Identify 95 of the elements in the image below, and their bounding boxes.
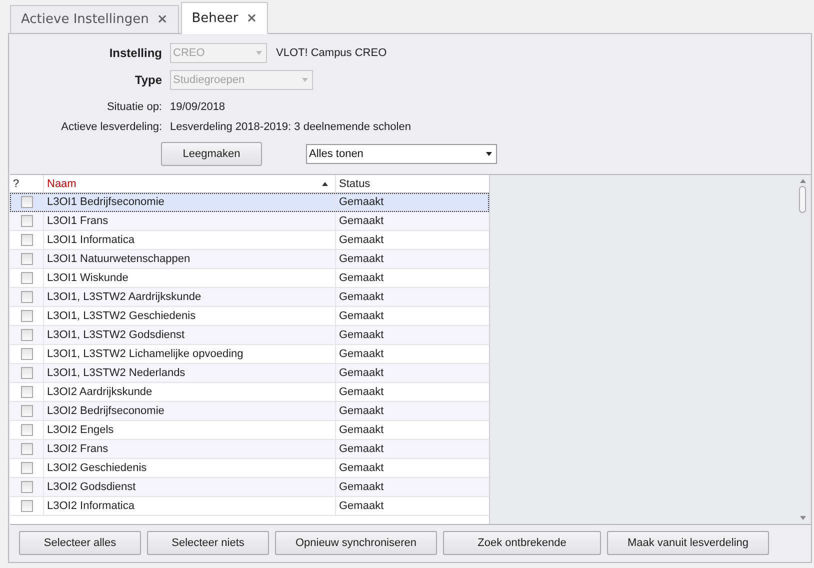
- table-cell: L3OI1, L3STW2 Godsdienst: [44, 326, 336, 344]
- table-cell: L3OI1 Natuurwetenschappen: [44, 250, 336, 268]
- table-cell: L3OI1, L3STW2 Nederlands: [44, 364, 336, 382]
- table-cell: Gemaakt: [336, 231, 489, 249]
- table-cell: L3OI1, L3STW2 Aardrijkskunde: [44, 288, 336, 306]
- table-row[interactable]: L3OI1 Frans Gemaakt: [10, 212, 489, 231]
- scroll-down-icon[interactable]: [800, 516, 806, 520]
- table-cell: Gemaakt: [336, 288, 489, 306]
- table-cell: L3OI2 Engels: [44, 421, 336, 439]
- table-cell: L3OI2 Bedrijfseconomie: [44, 402, 336, 420]
- table-row[interactable]: L3OI1, L3STW2 Godsdienst Gemaakt: [10, 326, 489, 345]
- field-label: Actieve lesverdeling:: [61, 121, 162, 133]
- table-cell: Gemaakt: [336, 326, 489, 344]
- tab[interactable]: Actieve Instellingen ×: [10, 5, 179, 33]
- table-row[interactable]: L3OI1 Bedrijfseconomie Gemaakt: [10, 193, 489, 212]
- sort-ascending-icon: [322, 182, 328, 186]
- tab[interactable]: Beheer ×: [180, 2, 268, 34]
- checkbox[interactable]: [20, 234, 32, 246]
- checkbox[interactable]: [20, 367, 32, 379]
- table-row[interactable]: L3OI2 Godsdienst Gemaakt: [10, 478, 489, 497]
- caret-icon: [302, 78, 308, 82]
- checkbox[interactable]: [20, 424, 32, 436]
- table-row[interactable]: L3OI2 Bedrijfseconomie Gemaakt: [10, 402, 489, 421]
- table-row[interactable]: L3OI1, L3STW2 Aardrijkskunde Gemaakt: [10, 288, 489, 307]
- checkbox[interactable]: [20, 272, 32, 284]
- checkbox[interactable]: [20, 386, 32, 398]
- table-cell: Gemaakt: [336, 364, 489, 382]
- table-cell: Gemaakt: [336, 497, 489, 515]
- table-row[interactable]: L3OI1, L3STW2 Nederlands Gemaakt: [10, 364, 489, 383]
- filter-dropdown[interactable]: Alles tonen: [306, 144, 497, 164]
- column-header[interactable]: Status: [336, 175, 489, 192]
- action-button[interactable]: Opnieuw synchroniseren: [275, 531, 437, 555]
- table-cell: L3OI2 Frans: [44, 440, 336, 458]
- table-cell: L3OI2 Geschiedenis: [44, 459, 336, 477]
- column-header[interactable]: ?: [10, 175, 44, 192]
- action-button[interactable]: Zoek ontbrekende: [443, 531, 601, 555]
- table-cell: Gemaakt: [336, 478, 489, 496]
- field-label: Type: [134, 73, 162, 87]
- column-header[interactable]: Naam: [44, 175, 336, 192]
- table-cell: L3OI1, L3STW2 Geschiedenis: [44, 307, 336, 325]
- close-icon[interactable]: ×: [246, 11, 258, 26]
- table-cell: L3OI1, L3STW2 Lichamelijke opvoeding: [44, 345, 336, 363]
- checkbox[interactable]: [20, 405, 32, 417]
- table-row[interactable]: L3OI1, L3STW2 Lichamelijke opvoeding Gemaakt: [10, 345, 489, 364]
- field-value: 19/09/2018: [170, 101, 226, 113]
- checkbox[interactable]: [20, 329, 32, 341]
- action-button[interactable]: Maak vanuit lesverdeling: [607, 531, 769, 555]
- checkbox[interactable]: [20, 253, 32, 265]
- field-label: Instelling: [109, 46, 162, 60]
- caret-icon: [486, 152, 492, 156]
- checkbox[interactable]: [20, 215, 32, 227]
- field-description: VLOT! Campus CREO: [276, 47, 387, 59]
- table-cell: Gemaakt: [336, 421, 489, 439]
- table-cell: Gemaakt: [336, 193, 489, 211]
- table-row[interactable]: L3OI1, L3STW2 Geschiedenis Gemaakt: [10, 307, 489, 326]
- table-cell: L3OI1 Frans: [44, 212, 336, 230]
- checkbox[interactable]: [20, 500, 32, 512]
- table-cell: L3OI2 Informatica: [44, 497, 336, 515]
- table-row[interactable]: L3OI1 Informatica Gemaakt: [10, 231, 489, 250]
- table-row[interactable]: L3OI2 Frans Gemaakt: [10, 440, 489, 459]
- table-cell: Gemaakt: [336, 440, 489, 458]
- close-icon[interactable]: ×: [156, 12, 168, 27]
- table-cell: Gemaakt: [336, 212, 489, 230]
- checkbox[interactable]: [20, 443, 32, 455]
- action-button[interactable]: Selecteer niets: [147, 531, 269, 555]
- table-cell: Gemaakt: [336, 459, 489, 477]
- checkbox[interactable]: [20, 196, 32, 208]
- table-cell: Gemaakt: [336, 269, 489, 287]
- table-cell: L3OI1 Bedrijfseconomie: [44, 193, 336, 211]
- table-cell: L3OI1 Wiskunde: [44, 269, 336, 287]
- table-cell: Gemaakt: [336, 383, 489, 401]
- checkbox[interactable]: [20, 348, 32, 360]
- table-row[interactable]: L3OI2 Engels Gemaakt: [10, 421, 489, 440]
- checkbox[interactable]: [20, 291, 32, 303]
- table-row[interactable]: L3OI2 Aardrijkskunde Gemaakt: [10, 383, 489, 402]
- table-row[interactable]: L3OI2 Geschiedenis Gemaakt: [10, 459, 489, 478]
- table-cell: L3OI1 Informatica: [44, 231, 336, 249]
- table-row[interactable]: L3OI2 Informatica Gemaakt: [10, 497, 489, 516]
- field-value: Lesverdeling 2018-2019: 3 deelnemende scholen: [170, 121, 411, 133]
- table-row[interactable]: L3OI1 Wiskunde Gemaakt: [10, 269, 489, 288]
- checkbox[interactable]: [20, 481, 32, 493]
- checkbox[interactable]: [20, 462, 32, 474]
- table-cell: Gemaakt: [336, 345, 489, 363]
- table-cell: Gemaakt: [336, 307, 489, 325]
- table-cell: Gemaakt: [336, 250, 489, 268]
- action-button[interactable]: Selecteer alles: [19, 531, 141, 555]
- table-cell: Gemaakt: [336, 402, 489, 420]
- field-label: Situatie op:: [106, 101, 162, 113]
- checkbox[interactable]: [20, 310, 32, 322]
- clear-button[interactable]: Leegmaken: [161, 142, 262, 166]
- table-row[interactable]: L3OI1 Natuurwetenschappen Gemaakt: [10, 250, 489, 269]
- table-cell: L3OI2 Godsdienst: [44, 478, 336, 496]
- caret-icon: [256, 51, 262, 55]
- table-cell: L3OI2 Aardrijkskunde: [44, 383, 336, 401]
- scroll-thumb[interactable]: [799, 186, 806, 213]
